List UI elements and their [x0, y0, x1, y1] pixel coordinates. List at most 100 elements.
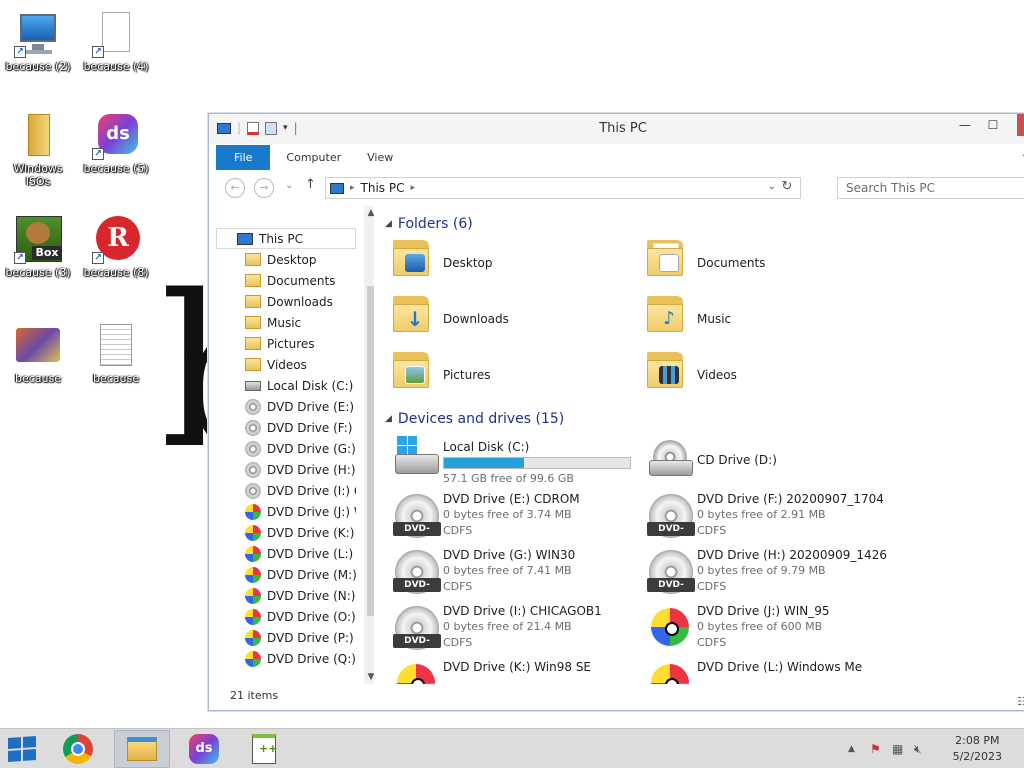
drive-tile-h[interactable]: DVD-ROM DVD Drive (H:) 20200909_1426 0 b…	[647, 548, 887, 604]
drive-tile-j[interactable]: DVD Drive (J:) WIN_95 0 bytes free of 60…	[647, 604, 887, 656]
drive-tile-k[interactable]: DVD Drive (K:) Win98 SE	[393, 660, 633, 684]
drive-tile-f[interactable]: DVD-ROM DVD Drive (F:) 20200907_1704 0 b…	[647, 492, 887, 548]
address-field[interactable]: ▸ This PC ▸ ⌄ ↻	[325, 177, 801, 199]
details-view-icon[interactable]: ☷	[1017, 690, 1024, 714]
folder-tile-videos[interactable]: Videos	[647, 352, 887, 404]
desktop-icon-because-5[interactable]: ds ↗ because (5)	[78, 112, 154, 175]
nav-item[interactable]: DVD Drive (O:) N	[216, 606, 356, 627]
taskbar-chrome-button[interactable]	[50, 730, 106, 768]
drive-tile-e[interactable]: DVD-ROM DVD Drive (E:) CDROM 0 bytes fre…	[393, 492, 633, 548]
nav-item[interactable]: Pictures	[216, 333, 356, 354]
taskbar-notepad-plus-button[interactable]: ++	[236, 730, 292, 768]
nav-item[interactable]: Desktop	[216, 249, 356, 270]
desktop-icon-because-2[interactable]: ↗ because (2)	[0, 10, 76, 73]
desktop-icon-because-photo[interactable]: because	[0, 322, 76, 385]
videos-folder-icon	[647, 352, 693, 400]
drive-tile-c[interactable]: Local Disk (C:) 57.1 GB free of 99.6 GB	[393, 436, 633, 488]
drive-name: DVD Drive (E:) CDROM	[443, 492, 580, 506]
desktop-icon-because-3[interactable]: Box ↗ because (3)	[0, 216, 76, 279]
desktop-icon-because-4[interactable]: ↗ because (4)	[78, 10, 154, 73]
nav-item[interactable]: Documents	[216, 270, 356, 291]
taskbar-file-explorer-button[interactable]	[114, 730, 170, 768]
nav-item[interactable]: Videos	[216, 354, 356, 375]
nav-item[interactable]: DVD Drive (H:) 20	[216, 459, 356, 480]
search-input[interactable]: Search This PC ⚲	[837, 177, 1024, 199]
tab-computer[interactable]: Computer	[270, 145, 354, 170]
folder-tile-pictures[interactable]: Pictures	[393, 352, 633, 404]
nav-item[interactable]: DVD Drive (P:) W	[216, 627, 356, 648]
refresh-icon[interactable]: ↻	[778, 179, 796, 194]
show-hidden-icons-chevron-icon[interactable]: ▲	[848, 744, 855, 754]
maximize-button[interactable]: ☐	[979, 114, 1007, 136]
folder-icon	[245, 316, 261, 329]
folder-tile-downloads[interactable]: ↓ Downloads	[393, 296, 633, 348]
minimize-button[interactable]: —	[951, 114, 979, 136]
content-pane: ◢ Folders (6) Desktop Documents ↓ Downlo…	[379, 206, 1024, 684]
desktop-icon-because-8[interactable]: R ↗ because (8)	[78, 216, 154, 279]
nav-pane-scrollbar[interactable]: ▲ ▼	[364, 206, 374, 684]
tab-view[interactable]: View	[354, 145, 406, 170]
folder-tile-documents[interactable]: Documents	[647, 240, 887, 292]
nav-item-label: DVD Drive (F:) 20	[267, 420, 356, 435]
network-icon[interactable]: ▦	[892, 742, 903, 756]
drive-name: DVD Drive (J:) WIN_95	[697, 604, 830, 618]
start-button[interactable]	[8, 736, 36, 762]
title-bar[interactable]: | ▾ | This PC — ☐	[209, 114, 1024, 144]
scroll-down-arrow-icon[interactable]: ▼	[364, 672, 374, 682]
recent-locations-chevron-icon[interactable]: ⌄	[285, 180, 293, 191]
nav-item[interactable]: DVD Drive (L:) Wi	[216, 543, 356, 564]
scrollbar-thumb[interactable]	[367, 286, 374, 616]
nav-item[interactable]: DVD Drive (I:) CH	[216, 480, 356, 501]
desktop-icon-because-text[interactable]: because	[78, 322, 154, 385]
volume-muted-icon[interactable]: 🔇︎	[914, 742, 922, 757]
clock[interactable]: 2:08 PM 5/2/2023	[953, 733, 1002, 765]
drive-free-space: 0 bytes free of 9.79 MB	[697, 564, 826, 577]
nav-item[interactable]: DVD Drive (J:) WI	[216, 501, 356, 522]
desktop-folder-icon	[393, 240, 439, 288]
nav-item[interactable]: DVD Drive (M:) N	[216, 564, 356, 585]
nav-item[interactable]: Downloads	[216, 291, 356, 312]
nav-item[interactable]: DVD Drive (G:) W	[216, 438, 356, 459]
nav-item[interactable]: Local Disk (C:)	[216, 375, 356, 396]
dvd-disc-icon	[245, 461, 261, 478]
nav-item[interactable]: DVD Drive (E:) CD	[216, 396, 356, 417]
folder-icon	[245, 358, 261, 371]
nav-item[interactable]: DVD Drive (Q:) W	[216, 648, 356, 669]
scroll-up-arrow-icon[interactable]: ▲	[364, 208, 374, 218]
expand-ribbon-chevron-icon[interactable]: ⌄	[1021, 149, 1024, 160]
nav-item[interactable]: DVD Drive (F:) 20	[216, 417, 356, 438]
forward-button[interactable]: →	[254, 178, 274, 198]
drive-tile-g[interactable]: DVD-ROM DVD Drive (G:) WIN30 0 bytes fre…	[393, 548, 633, 604]
taskbar-ds-app-button[interactable]: ds	[176, 730, 232, 768]
devices-group-header[interactable]: ◢ Devices and drives (15)	[385, 411, 564, 427]
close-button[interactable]	[1017, 114, 1024, 136]
drive-tile-l[interactable]: DVD Drive (L:) Windows Me	[647, 660, 887, 684]
collapse-triangle-icon[interactable]: ◢	[385, 219, 392, 229]
breadcrumb-separator-icon[interactable]: ▸	[350, 183, 355, 193]
documents-folder-icon	[647, 240, 693, 288]
action-center-flag-icon[interactable]: ⚑	[870, 742, 881, 756]
computer-icon	[237, 232, 253, 245]
nav-item-this-pc[interactable]: This PC	[216, 228, 356, 249]
nav-item[interactable]: Music	[216, 312, 356, 333]
desktop-icon-windows-isos[interactable]: Windows ISOs	[0, 112, 76, 188]
nav-item[interactable]: DVD Drive (K:) W	[216, 522, 356, 543]
address-history-chevron-icon[interactable]: ⌄	[768, 181, 776, 192]
drive-tile-d[interactable]: CD Drive (D:)	[647, 436, 887, 488]
breadcrumb-separator-icon[interactable]: ▸	[410, 183, 415, 193]
dvd-disc-icon	[245, 398, 261, 415]
nav-item[interactable]: DVD Drive (N:) W	[216, 585, 356, 606]
folder-tile-music[interactable]: ♪ Music	[647, 296, 887, 348]
nav-item-label: DVD Drive (O:) N	[267, 609, 356, 624]
breadcrumb-this-pc[interactable]: This PC	[361, 181, 405, 195]
desktop-icon-label: because (2)	[5, 60, 71, 73]
folders-group-title: Folders (6)	[397, 216, 473, 232]
folders-group-header[interactable]: ◢ Folders (6)	[385, 216, 473, 232]
back-button[interactable]: ←	[225, 178, 245, 198]
folder-tile-desktop[interactable]: Desktop	[393, 240, 633, 292]
collapse-triangle-icon[interactable]: ◢	[385, 414, 392, 424]
drive-tile-i[interactable]: DVD-ROM DVD Drive (I:) CHICAGOB1 0 bytes…	[393, 604, 633, 660]
drive-name: CD Drive (D:)	[697, 453, 777, 467]
up-button[interactable]: ↑	[305, 177, 316, 192]
tab-file[interactable]: File	[216, 145, 271, 170]
